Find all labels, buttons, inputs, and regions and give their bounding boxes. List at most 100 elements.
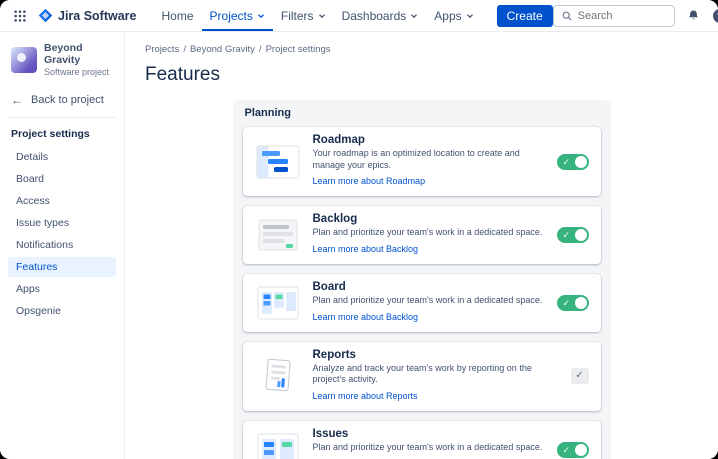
check-icon: ✓ (575, 371, 583, 381)
nav-item-label: Apps (434, 9, 461, 23)
feature-title: Backlog (313, 213, 545, 225)
notifications-icon[interactable] (684, 6, 704, 26)
feature-title: Issues (313, 428, 545, 440)
feature-description: Plan and prioritize your team's work in … (313, 295, 545, 307)
check-icon: ✓ (563, 443, 571, 457)
sidebar-item-details[interactable]: Details (8, 147, 116, 167)
nav-item-filters[interactable]: Filters (273, 0, 334, 31)
nav-item-label: Home (162, 9, 194, 23)
feature-description: Plan and prioritize your team's work in … (313, 227, 545, 239)
reports-illustration (255, 357, 301, 395)
nav-item-label: Projects (210, 9, 253, 23)
feature-description: Your roadmap is an optimized location to… (313, 148, 545, 171)
roadmap-illustration (255, 143, 301, 181)
sidebar-item-opsgenie[interactable]: Opsgenie (8, 301, 116, 321)
nav-item-label: Filters (281, 9, 314, 23)
top-navbar: Jira Software Home Projects Filters (0, 0, 718, 32)
nav-item-projects[interactable]: Projects (202, 0, 273, 31)
create-button[interactable]: Create (497, 5, 553, 27)
chevron-down-icon (410, 12, 418, 20)
nav-item-apps[interactable]: Apps (426, 0, 481, 31)
feature-text: Roadmap Your roadmap is an optimized loc… (313, 134, 545, 189)
feature-card-reports: Reports Analyze and track your team's wo… (243, 342, 601, 411)
project-type: Software project (44, 67, 113, 77)
feature-learn-more-link[interactable]: Learn more about Backlog (313, 244, 419, 254)
main-content: Projects / Beyond Gravity / Project sett… (125, 32, 718, 459)
check-icon: ✓ (563, 228, 571, 242)
breadcrumb-project-settings[interactable]: Project settings (266, 44, 331, 55)
back-to-project-label: Back to project (31, 94, 104, 106)
back-to-project-button[interactable]: ← Back to project (8, 91, 116, 109)
feature-title: Roadmap (313, 134, 545, 146)
sidebar-item-board[interactable]: Board (8, 169, 116, 189)
help-icon[interactable]: ? (713, 9, 718, 23)
backlog-illustration (255, 216, 301, 254)
feature-title: Reports (313, 349, 559, 361)
breadcrumb-projects[interactable]: Projects (145, 44, 179, 55)
feature-text: Backlog Plan and prioritize your team's … (313, 213, 545, 257)
feature-text: Reports Analyze and track your team's wo… (313, 349, 559, 404)
feature-title: Board (313, 281, 545, 293)
navbar-left: Jira Software Home Projects Filters (10, 0, 553, 31)
app-name: Jira Software (58, 9, 137, 23)
toggle-knob (575, 156, 587, 168)
feature-learn-more-link[interactable]: Learn more about Reports (313, 391, 418, 401)
back-arrow-icon: ← (11, 94, 23, 106)
check-icon: ✓ (563, 296, 571, 310)
feature-card-issues: Issues Plan and prioritize your team's w… (243, 421, 601, 459)
project-avatar-icon (11, 47, 37, 73)
feature-description: Plan and prioritize your team's work in … (313, 442, 545, 454)
issues-toggle[interactable]: ✓ (557, 442, 589, 458)
sidebar-item-access[interactable]: Access (8, 191, 116, 211)
roadmap-toggle[interactable]: ✓ (557, 154, 589, 170)
chevron-down-icon (318, 12, 326, 20)
sidebar-divider (8, 117, 116, 118)
app-window: Jira Software Home Projects Filters (0, 0, 718, 459)
feature-text: Board Plan and prioritize your team's wo… (313, 281, 545, 325)
sidebar-item-issue-types[interactable]: Issue types (8, 213, 116, 233)
sidebar-item-notifications[interactable]: Notifications (8, 235, 116, 255)
toggle-knob (575, 297, 587, 309)
page-title: Features (145, 64, 698, 86)
reports-toggle[interactable]: ✓ (571, 368, 589, 384)
board-toggle[interactable]: ✓ (557, 295, 589, 311)
breadcrumb-separator: / (259, 44, 262, 55)
breadcrumb: Projects / Beyond Gravity / Project sett… (145, 44, 698, 55)
jira-home-link[interactable]: Jira Software (37, 8, 137, 24)
project-header[interactable]: Beyond Gravity Software project (8, 42, 116, 77)
feature-learn-more-link[interactable]: Learn more about Roadmap (313, 176, 426, 186)
chevron-down-icon (466, 12, 474, 20)
search-icon (561, 10, 573, 22)
toggle-knob (575, 229, 587, 241)
sidebar-item-apps[interactable]: Apps (8, 279, 116, 299)
sidebar-section-title: Project settings (11, 128, 113, 140)
body-row: Beyond Gravity Software project ← Back t… (0, 32, 718, 459)
planning-panel-header: Planning (233, 100, 611, 127)
toggle-knob (575, 444, 587, 456)
app-switcher-icon[interactable] (10, 6, 30, 26)
feature-description: Analyze and track your team's work by re… (313, 363, 559, 386)
nav-item-dashboards[interactable]: Dashboards (334, 0, 427, 31)
nav-item-home[interactable]: Home (154, 0, 202, 31)
navbar-right: ? (553, 5, 718, 27)
project-name: Beyond Gravity (44, 42, 113, 66)
planning-panel: Planning Roadmap Your r (233, 100, 611, 459)
project-meta: Beyond Gravity Software project (44, 42, 113, 77)
jira-logo-icon (37, 8, 53, 24)
search-input[interactable] (578, 10, 667, 22)
breadcrumb-project-name[interactable]: Beyond Gravity (190, 44, 255, 55)
feature-card-roadmap: Roadmap Your roadmap is an optimized loc… (243, 127, 601, 196)
backlog-toggle[interactable]: ✓ (557, 227, 589, 243)
main-menu: Home Projects Filters Dashboards (154, 0, 482, 31)
breadcrumb-separator: / (183, 44, 186, 55)
feature-card-backlog: Backlog Plan and prioritize your team's … (243, 206, 601, 264)
feature-card-board: Board Plan and prioritize your team's wo… (243, 274, 601, 332)
board-illustration (255, 284, 301, 322)
feature-learn-more-link[interactable]: Learn more about Backlog (313, 312, 419, 322)
project-sidebar: Beyond Gravity Software project ← Back t… (0, 32, 125, 459)
search-box[interactable] (553, 5, 675, 27)
sidebar-item-features[interactable]: Features (8, 257, 116, 277)
nav-item-label: Dashboards (342, 9, 407, 23)
chevron-down-icon (257, 12, 265, 20)
feature-text: Issues Plan and prioritize your team's w… (313, 428, 545, 459)
